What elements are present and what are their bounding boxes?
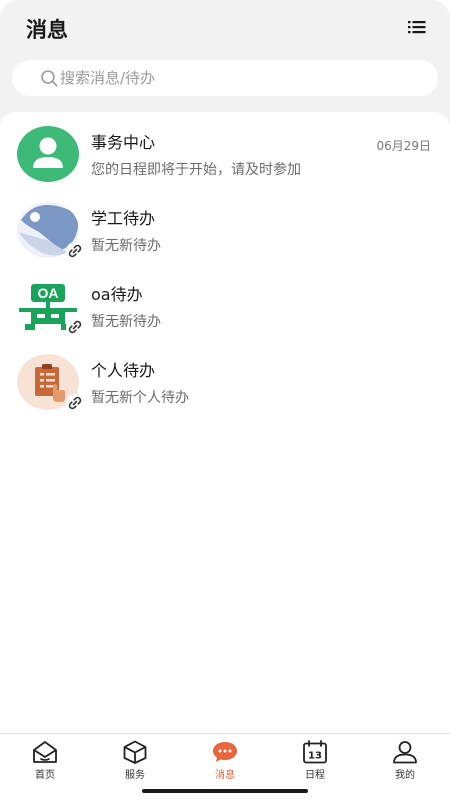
search-icon <box>41 70 58 87</box>
person-avatar-icon <box>33 137 63 168</box>
message-preview: 暂无新待办 <box>91 314 161 330</box>
user-icon <box>393 741 417 764</box>
calendar-icon: 13 <box>303 740 327 764</box>
tab-label: 消息 <box>215 770 235 781</box>
cube-icon <box>123 740 147 764</box>
tab-services[interactable]: 服务 <box>90 734 180 790</box>
search-bar[interactable] <box>12 60 438 96</box>
avatar <box>17 354 84 412</box>
message-item-affairs-center[interactable]: 事务中心 您的日程即将于开始，请及时参加 06月29日 <box>0 116 450 192</box>
tab-profile[interactable]: 我的 <box>360 734 450 790</box>
home-indicator[interactable] <box>142 789 308 793</box>
message-title: 学工待办 <box>91 209 156 228</box>
tab-schedule[interactable]: 13 日程 <box>270 734 360 790</box>
search-input[interactable] <box>60 69 420 87</box>
message-title: 事务中心 <box>91 133 156 152</box>
message-title: 个人待办 <box>91 361 156 380</box>
tab-label: 服务 <box>125 770 145 781</box>
chat-bubble-icon <box>213 742 237 762</box>
tab-messages[interactable]: 消息 <box>180 734 270 790</box>
avatar <box>17 202 84 260</box>
tab-home[interactable]: 首页 <box>0 734 90 790</box>
link-icon <box>66 394 84 412</box>
message-item-personal-todo[interactable]: 个人待办 暂无新个人待办 <box>0 344 450 420</box>
home-icon <box>33 741 57 763</box>
message-title: oa待办 <box>91 285 143 304</box>
avatar: OA <box>17 278 84 336</box>
app-screen: 消息 搜索消息/待办 事务中心 您的日程即将于开始，请及时参加 06月29日 学… <box>0 0 450 800</box>
tab-label: 日程 <box>305 770 325 781</box>
page-title: 消息 <box>26 18 68 42</box>
message-preview: 您的日程即将于开始，请及时参加 <box>91 162 301 178</box>
message-preview: 暂无新待办 <box>91 238 161 254</box>
message-date: 06月29日 <box>376 139 431 153</box>
top-bar: 消息 <box>0 0 450 112</box>
message-preview: 暂无新个人待办 <box>91 390 189 406</box>
calendar-day-text: 13 <box>308 751 322 762</box>
message-list: 事务中心 您的日程即将于开始，请及时参加 06月29日 学工待办 暂无新待办 O… <box>0 112 450 733</box>
avatar <box>17 126 79 182</box>
tab-label: 我的 <box>395 770 415 781</box>
link-icon <box>66 318 84 336</box>
list-menu-icon <box>408 21 426 34</box>
oa-logo-text: OA <box>38 285 59 301</box>
message-item-oa[interactable]: OA oa待办 暂无新待办 <box>0 268 450 344</box>
tab-label: 首页 <box>35 770 55 781</box>
link-icon <box>66 242 84 260</box>
message-item-student-affairs[interactable]: 学工待办 暂无新待办 <box>0 192 450 268</box>
list-menu-button[interactable] <box>408 19 426 35</box>
